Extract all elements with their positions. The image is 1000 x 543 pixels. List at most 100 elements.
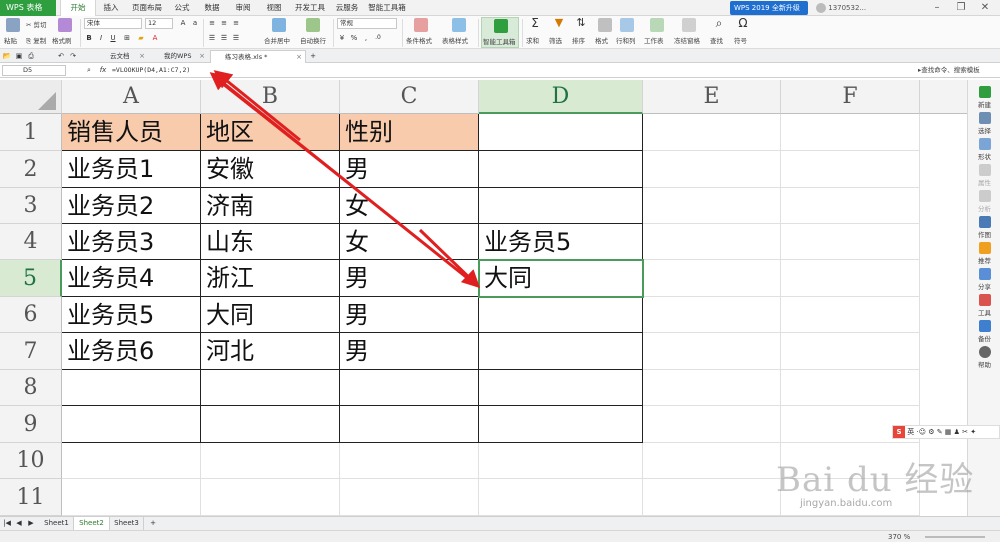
cell-b6[interactable]: 大同 (201, 297, 340, 333)
filter-button[interactable]: 筛选 (549, 35, 562, 45)
cell-f2[interactable] (781, 151, 920, 188)
font-size-select[interactable]: 12 (145, 18, 173, 29)
sheet-tab-3[interactable]: Sheet3 (110, 517, 144, 530)
format-icon[interactable] (598, 18, 612, 32)
cell-c9[interactable] (340, 406, 479, 443)
menu-tab-view[interactable]: 视图 (258, 0, 290, 16)
close-icon[interactable]: × (199, 50, 205, 63)
cell-f4[interactable] (781, 224, 920, 260)
cell-c1[interactable]: 性别 (340, 114, 479, 151)
grow-font-icon[interactable]: A (178, 18, 188, 28)
cell-a10[interactable] (62, 443, 201, 479)
fill-color-icon[interactable]: ▰ (136, 33, 146, 43)
cell-e8[interactable] (643, 370, 781, 406)
undo-icon[interactable]: ↶ (56, 51, 66, 61)
cell-e10[interactable] (643, 443, 781, 479)
symbol-button[interactable]: 符号 (734, 35, 747, 45)
menu-tab-review[interactable]: 审阅 (228, 0, 258, 16)
cell-c4[interactable]: 女 (340, 224, 479, 260)
align-left-icon[interactable]: ☰ (207, 33, 217, 43)
sum-button[interactable]: 求和 (526, 35, 539, 45)
cell-f3[interactable] (781, 188, 920, 224)
doc-tab-practice-sheet[interactable]: 练习表格.xls * × (210, 50, 306, 63)
increase-decimal-icon[interactable]: .0 (373, 33, 383, 43)
cell-b11[interactable] (201, 479, 340, 516)
comma-style-icon[interactable]: , (361, 33, 371, 43)
cell-a11[interactable] (62, 479, 201, 516)
cell-b1[interactable]: 地区 (201, 114, 340, 151)
cut-button[interactable]: ✂ 剪切 (26, 19, 47, 29)
sort-button[interactable]: 排序 (572, 35, 585, 45)
menu-tab-page-layout[interactable]: 页面布局 (126, 0, 168, 16)
sidebar-item-help[interactable]: 帮助 (968, 346, 1000, 369)
save-icon[interactable]: ▣ (14, 51, 24, 61)
first-sheet-icon[interactable]: |◀ (2, 518, 12, 528)
cell-a7[interactable]: 业务员6 (62, 333, 201, 370)
wrap-text-button[interactable]: 自动换行 (300, 35, 326, 45)
column-header-b[interactable]: B (201, 80, 340, 114)
cell-e5[interactable] (643, 260, 781, 297)
cell-d9[interactable] (479, 406, 643, 443)
menu-tab-developer[interactable]: 开发工具 (290, 0, 330, 16)
conditional-format-icon[interactable] (414, 18, 428, 32)
formula-input[interactable]: =VLOOKUP(D4,A1:C7,2) (112, 64, 512, 77)
cell-d5[interactable]: 大同 (478, 259, 644, 298)
cell-a4[interactable]: 业务员3 (62, 224, 201, 260)
row-col-button[interactable]: 行和列 (616, 35, 636, 45)
cell-f8[interactable] (781, 370, 920, 406)
currency-icon[interactable]: ¥ (337, 33, 347, 43)
align-center-icon[interactable]: ☰ (219, 33, 229, 43)
row-header-2[interactable]: 2 (0, 151, 62, 188)
select-all-corner[interactable] (0, 80, 62, 114)
restore-icon[interactable]: ❐ (952, 0, 970, 16)
align-middle-icon[interactable]: ≡ (219, 18, 229, 28)
cell-e3[interactable] (643, 188, 781, 224)
border-icon[interactable]: ⊞ (122, 33, 132, 43)
freeze-icon[interactable] (682, 18, 696, 32)
font-name-select[interactable]: 宋体 (84, 18, 142, 29)
new-tab-icon[interactable]: + (308, 51, 318, 61)
ime-mode[interactable]: 英 (907, 428, 914, 436)
menu-tab-home[interactable]: 开始 (60, 0, 96, 16)
row-header-9[interactable]: 9 (0, 406, 62, 443)
symbol-icon[interactable]: Ω (736, 17, 750, 29)
cell-a1[interactable]: 销售人员 (62, 114, 201, 151)
name-box[interactable]: D5 (2, 65, 66, 76)
sum-icon[interactable]: Σ (528, 17, 542, 29)
worksheet-button[interactable]: 工作表 (644, 35, 664, 45)
cell-e1[interactable] (643, 114, 781, 151)
cell-a9[interactable] (62, 406, 201, 443)
wrap-text-icon[interactable] (306, 18, 320, 32)
cell-b7[interactable]: 河北 (201, 333, 340, 370)
cell-b4[interactable]: 山东 (201, 224, 340, 260)
cell-c6[interactable]: 男 (340, 297, 479, 333)
percent-icon[interactable]: % (349, 33, 359, 43)
shrink-font-icon[interactable]: a (190, 18, 200, 28)
align-bottom-icon[interactable]: ≡ (231, 18, 241, 28)
bold-icon[interactable]: B (84, 33, 94, 43)
column-header-d[interactable]: D (479, 80, 643, 114)
ime-toolbar[interactable]: S 英 ·☺ ⚙ ✎ ▦ ♟ ✂ ✦ (892, 425, 1000, 439)
row-header-6[interactable]: 6 (0, 297, 62, 333)
align-right-icon[interactable]: ☰ (231, 33, 241, 43)
worksheet-icon[interactable] (650, 18, 664, 32)
user-account[interactable]: 1370532... (816, 0, 866, 16)
underline-icon[interactable]: U (108, 33, 118, 43)
zoom-slider[interactable] (925, 536, 985, 538)
sidebar-item-backup[interactable]: 备份 (968, 320, 1000, 343)
sidebar-item-tools[interactable]: 工具 (968, 294, 1000, 317)
ime-tools-icon[interactable]: ·☺ ⚙ ✎ ▦ ♟ ✂ ✦ (916, 428, 976, 436)
cell-c3[interactable]: 女 (340, 188, 479, 224)
menu-tab-cloud[interactable]: 云服务 (330, 0, 364, 16)
merge-center-button[interactable]: 合并居中 (264, 35, 290, 45)
table-style-icon[interactable] (452, 18, 466, 32)
cell-f7[interactable] (781, 333, 920, 370)
cell-b2[interactable]: 安徽 (201, 151, 340, 188)
sidebar-item-new[interactable]: 新建 (968, 86, 1000, 109)
row-header-4[interactable]: 4 (0, 224, 62, 260)
menu-tab-smart-toolbox[interactable]: 智能工具箱 (364, 0, 410, 16)
cell-e9[interactable] (643, 406, 781, 443)
freeze-panes-button[interactable]: 冻结窗格 (674, 35, 700, 45)
format-painter-icon[interactable] (58, 18, 72, 32)
cell-a6[interactable]: 业务员5 (62, 297, 201, 333)
